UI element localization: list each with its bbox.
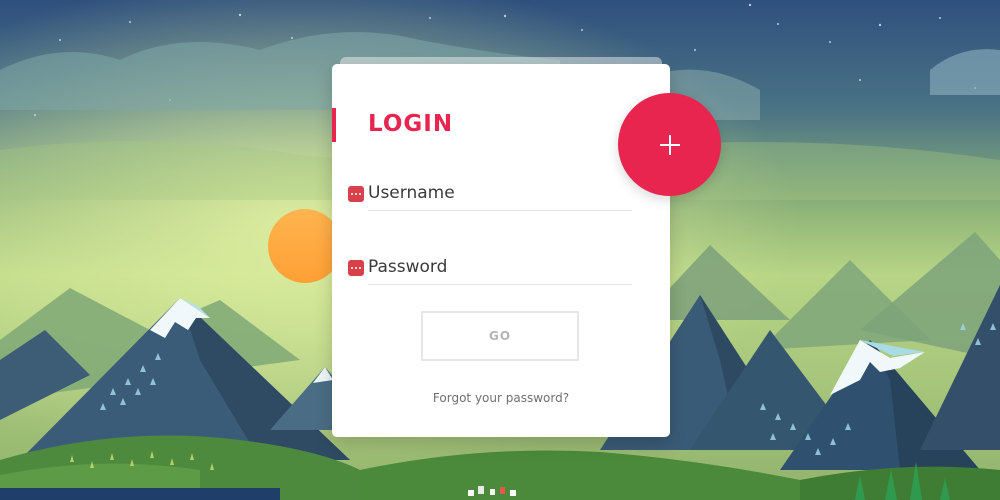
password-dots-icon	[348, 260, 364, 276]
login-title: LOGIN	[368, 111, 454, 137]
forgot-password-link[interactable]: Forgot your password?	[332, 391, 670, 405]
go-button[interactable]: GO	[421, 311, 579, 361]
username-field	[348, 176, 632, 216]
password-field	[348, 250, 632, 290]
add-account-button[interactable]	[618, 93, 721, 196]
password-input[interactable]	[368, 250, 632, 285]
title-accent-bar	[332, 108, 336, 142]
login-page: LOGIN GO Forgot your password?	[0, 0, 1000, 500]
username-input[interactable]	[368, 176, 632, 211]
login-card: LOGIN GO Forgot your password?	[332, 64, 670, 437]
plus-icon	[659, 134, 680, 155]
password-dots-icon	[348, 186, 364, 202]
